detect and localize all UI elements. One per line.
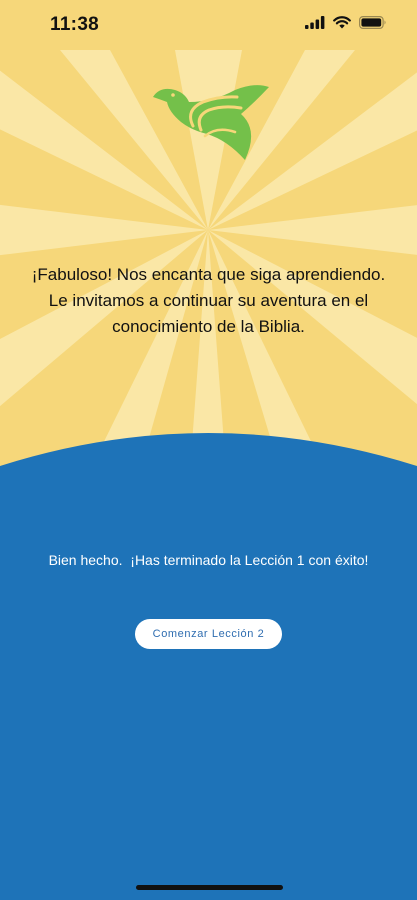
dove-logo-icon (153, 85, 269, 160)
completion-message: Bien hecho. ¡Has terminado la Lección 1 … (48, 552, 369, 568)
home-indicator[interactable] (136, 885, 283, 890)
wifi-icon (333, 16, 351, 29)
status-icons (305, 16, 387, 29)
cellular-signal-icon (305, 16, 325, 29)
encouragement-line-3: conocimiento de la Biblia. (112, 317, 305, 336)
encouragement-line-1: ¡Fabuloso! Nos encanta que siga aprendie… (31, 265, 386, 284)
encouragement-line-2: Le invitamos a continuar su aventura en … (48, 291, 369, 310)
status-bar: 11:38 (0, 0, 417, 50)
encouragement-message: ¡Fabuloso! Nos encanta que siga aprendie… (0, 262, 417, 340)
start-lesson-2-button[interactable]: Comenzar Lección 2 (135, 619, 282, 649)
lesson-complete-screen: 11:38 ¡Fabuloso! Nos encanta que siga ap… (0, 0, 417, 900)
status-time: 11:38 (50, 14, 100, 35)
battery-icon (359, 16, 386, 29)
